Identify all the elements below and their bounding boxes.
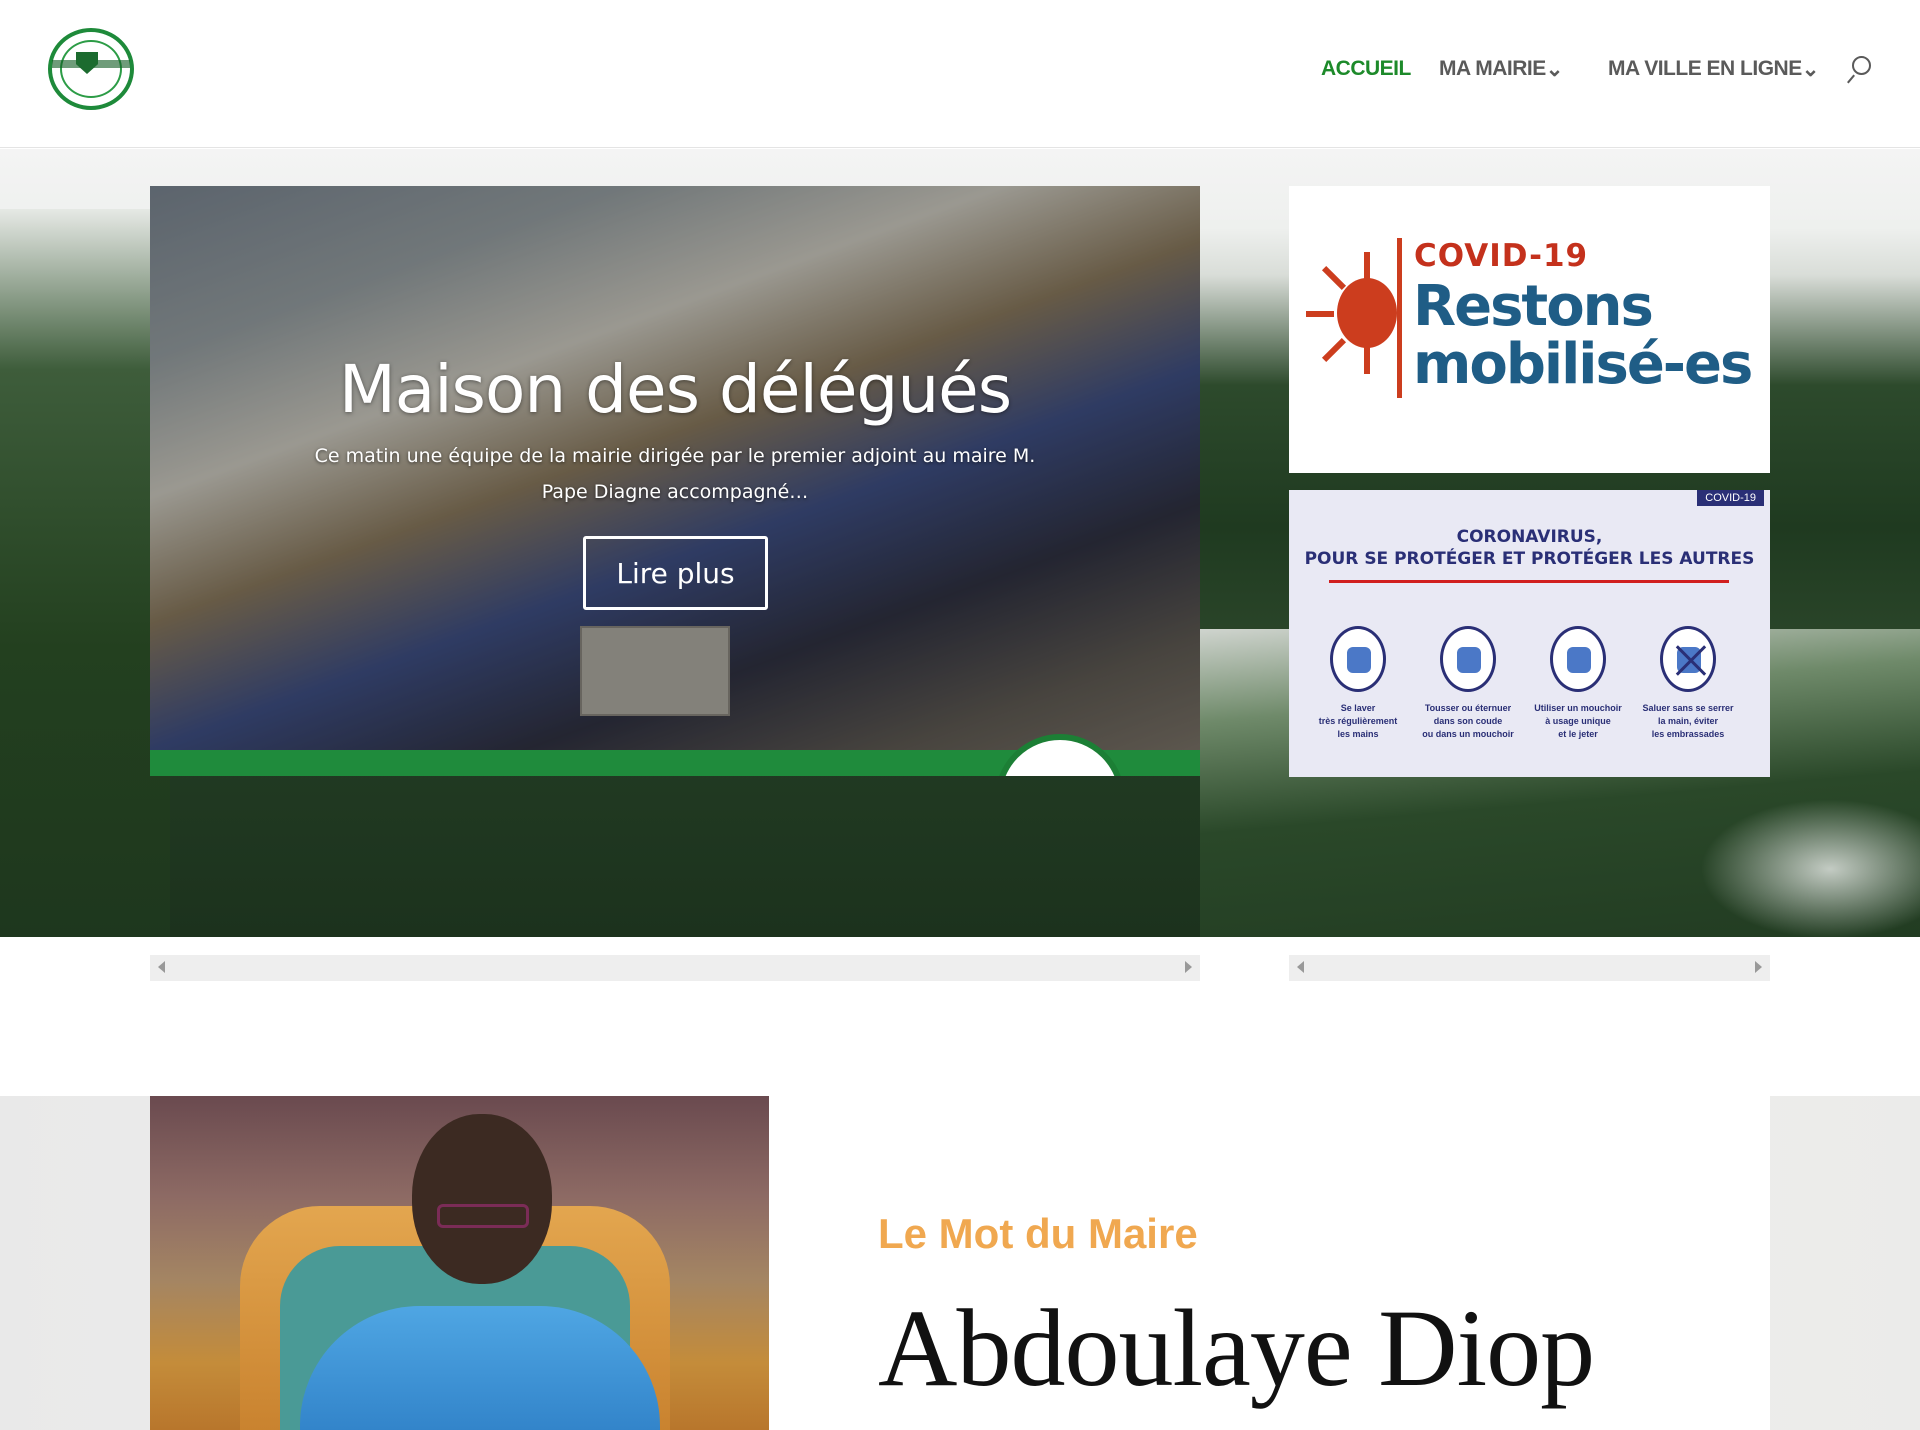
side-slider-scrollbar[interactable] [1289, 955, 1770, 981]
mayor-photo-head [412, 1114, 552, 1284]
nav-ma-mairie[interactable]: MA MAIRIE ⌄ [1439, 52, 1563, 86]
covid-line-1: Restons [1413, 274, 1654, 339]
main-slide[interactable]: Maison des délégués Ce matin une équipe … [150, 186, 1200, 776]
virus-spike [1321, 265, 1347, 291]
search-icon-ring [1852, 56, 1871, 75]
virus-spike [1321, 337, 1347, 363]
scroll-left-arrow-icon[interactable] [1297, 961, 1304, 973]
covid-slide[interactable]: COVID-19 Restons mobilisé-es [1289, 186, 1770, 473]
gestures-title-2: POUR SE PROTÉGER ET PROTÉGER LES AUTRES [1304, 549, 1755, 569]
gesture-cough-elbow: Tousser ou éternuer dans son coude ou da… [1413, 626, 1523, 741]
tissue-icon [1550, 626, 1606, 692]
search-icon[interactable] [1847, 56, 1874, 84]
search-icon-handle [1847, 74, 1855, 84]
nav-accueil[interactable]: ACCUEIL [1321, 52, 1411, 86]
chevron-down-icon[interactable]: ⌄ [1802, 57, 1820, 82]
gesture-label: Saluer sans se serrer la main, éviter le… [1642, 703, 1734, 739]
covid-line-2: mobilisé-es [1413, 332, 1753, 397]
tissue-icon-glyph [1567, 647, 1591, 673]
chevron-down-icon[interactable]: ⌄ [1546, 57, 1564, 82]
scroll-right-arrow-icon[interactable] [1185, 961, 1192, 973]
virus-spike [1364, 252, 1370, 280]
nav-ma-ville-en-ligne[interactable]: MA VILLE EN LIGNE ⌄ [1608, 52, 1819, 86]
red-divider [1329, 580, 1729, 583]
gesture-wash-hands: Se laver très régulièrement les mains [1303, 626, 1413, 741]
read-more-button[interactable]: Lire plus [583, 536, 768, 610]
forest-background-left [0, 209, 170, 937]
covid-heading: COVID-19 [1414, 238, 1589, 274]
slide-title: Maison des délégués [338, 351, 1012, 428]
wash-hands-icon-glyph [1347, 647, 1371, 673]
slide-excerpt: Ce matin une équipe de la mairie dirigée… [314, 445, 1036, 503]
nav-ma-mairie-label[interactable]: MA MAIRIE [1439, 57, 1546, 81]
gesture-label: Tousser ou éternuer dans son coude ou da… [1422, 703, 1514, 739]
mayor-photo-glasses [437, 1204, 529, 1228]
wash-hands-icon [1330, 626, 1386, 692]
nav-ma-ville-en-ligne-label[interactable]: MA VILLE EN LIGNE [1608, 57, 1802, 81]
no-handshake-icon [1660, 626, 1716, 692]
gesture-no-handshake: Saluer sans se serrer la main, éviter le… [1633, 626, 1743, 741]
mayor-section-label: Le Mot du Maire [878, 1210, 1198, 1257]
commune-logo[interactable] [48, 28, 134, 110]
virus-icon [1306, 238, 1419, 398]
nav-accueil-label[interactable]: ACCUEIL [1321, 57, 1411, 81]
covid-tag: COVID-19 [1697, 490, 1764, 506]
scroll-left-arrow-icon[interactable] [158, 961, 165, 973]
virus-spike [1364, 346, 1370, 374]
virus-divider [1397, 238, 1402, 398]
mayor-name: Abdoulaye Diop [878, 1287, 1595, 1409]
main-slider-scrollbar[interactable] [150, 955, 1200, 981]
cough-elbow-icon-glyph [1457, 647, 1481, 673]
gesture-label: Se laver très régulièrement les mains [1318, 703, 1398, 739]
site-header: ACCUEIL MA MAIRIE ⌄ MA VILLE EN LIGNE ⌄ [0, 0, 1920, 148]
virus-spike [1306, 311, 1334, 317]
gestures-slide[interactable]: COVID-19 CORONAVIRUS, POUR SE PROTÉGER E… [1289, 490, 1770, 777]
cough-elbow-icon [1440, 626, 1496, 692]
scroll-right-arrow-icon[interactable] [1755, 961, 1762, 973]
gesture-tissue: Utiliser un mouchoir à usage unique et l… [1523, 626, 1633, 741]
gestures-title-1: CORONAVIRUS, [1456, 527, 1603, 547]
mayor-photo [150, 1096, 769, 1430]
virus-body [1337, 278, 1397, 348]
gesture-label: Utiliser un mouchoir à usage unique et l… [1534, 703, 1622, 739]
